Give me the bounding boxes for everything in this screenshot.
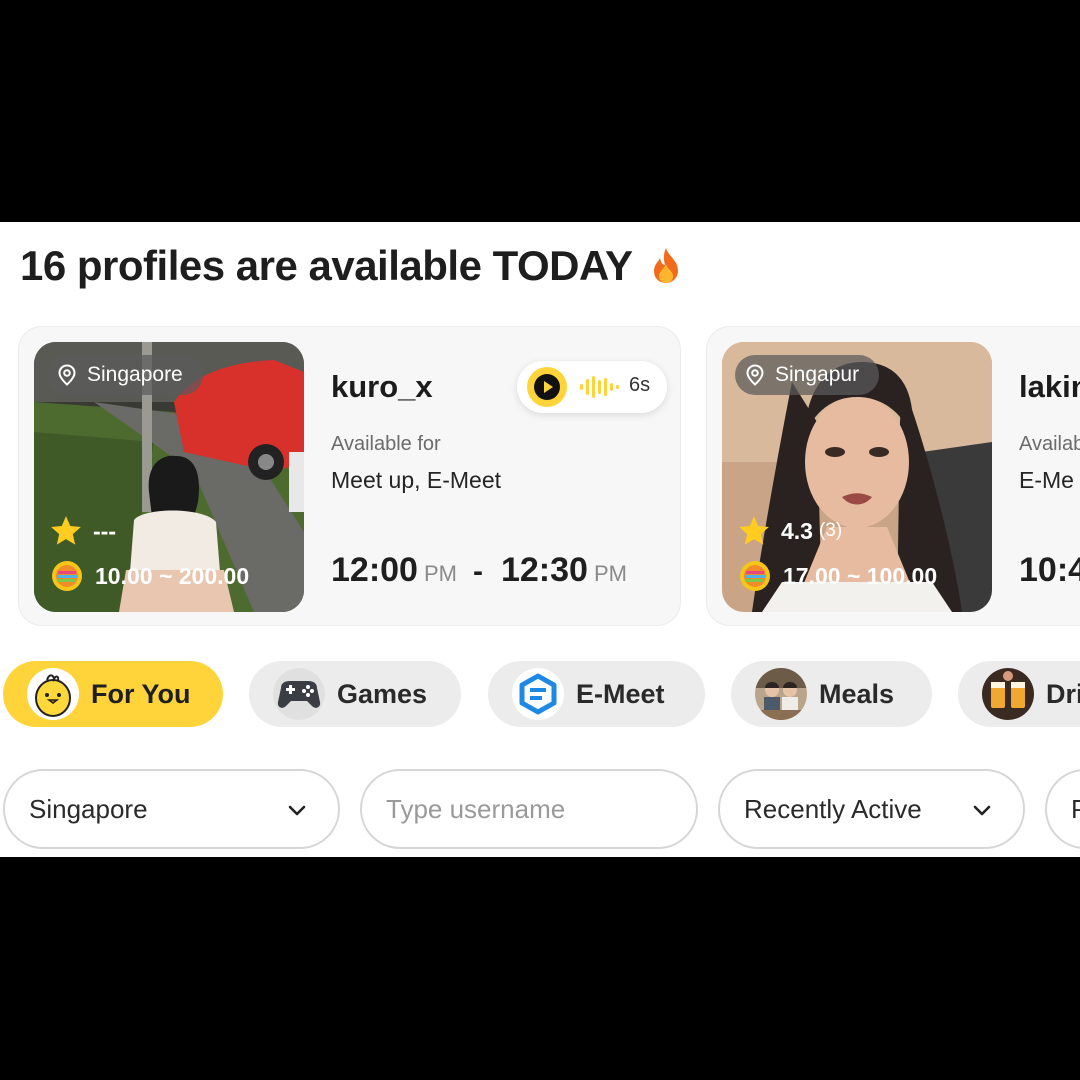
play-button[interactable] xyxy=(527,367,567,407)
rating-count: (3) xyxy=(818,520,843,541)
available-label: Availab xyxy=(1019,433,1080,455)
category-bar: For You Games E-Meet Meals Dri xyxy=(0,661,1080,727)
category-e-meet[interactable]: E-Meet xyxy=(488,661,705,727)
available-value: E-Me xyxy=(1019,467,1074,493)
star-icon xyxy=(51,516,81,545)
meals-icon xyxy=(755,668,807,720)
location-chip: Singapore xyxy=(47,355,203,395)
category-games[interactable]: Games xyxy=(249,661,461,727)
start-time: 12:00 xyxy=(331,551,418,589)
location-dropdown[interactable]: Singapore xyxy=(3,769,340,849)
time-separator: - xyxy=(472,555,483,588)
profile-name[interactable]: lakin xyxy=(1019,369,1080,405)
waveform-icon xyxy=(580,376,619,398)
coin-icon xyxy=(52,561,82,591)
sort-dropdown[interactable]: Recently Active xyxy=(718,769,1025,849)
available-label: Available for xyxy=(331,433,441,455)
rating-value: --- xyxy=(93,517,116,544)
category-for-you[interactable]: For You xyxy=(3,661,223,727)
username-search-field[interactable] xyxy=(360,769,698,849)
location-text: Singapur xyxy=(775,363,860,386)
price-range: 17.00 ~ 100.00 xyxy=(739,559,937,593)
profile-card[interactable]: Singapore --- 10.00 ~ 200.00 kuro_x 6s A… xyxy=(18,326,681,626)
rating: --- xyxy=(49,514,122,548)
filter-bar: Singapore Recently Active P xyxy=(0,769,1080,849)
category-label: Dri xyxy=(1046,678,1080,709)
page-title: 16 profiles are available TODAY xyxy=(20,242,683,290)
time-range: 12:00 PM -12:30 PM xyxy=(331,551,627,590)
voice-duration: 6s xyxy=(629,374,651,396)
price-range: 10.00 ~ 200.00 xyxy=(51,559,249,593)
location-pin-icon xyxy=(58,364,76,386)
profile-photo[interactable]: Singapore --- 10.00 ~ 200.00 xyxy=(34,342,304,612)
category-label: Games xyxy=(337,678,428,709)
time-range: 10:4 xyxy=(1019,551,1080,590)
price-text: 17.00 ~ 100.00 xyxy=(783,562,938,589)
profile-card[interactable]: Singapur 4.3 (3) 17.00 ~ 100.00 lakin Av… xyxy=(706,326,1080,626)
voice-intro-player[interactable]: 6s xyxy=(517,361,667,413)
username-input[interactable] xyxy=(386,771,686,847)
start-time: 10:4 xyxy=(1019,551,1080,589)
fire-icon xyxy=(653,248,678,283)
main-panel: 16 profiles are available TODAY Singapor… xyxy=(0,222,1080,857)
price-text: 10.00 ~ 200.00 xyxy=(95,562,250,589)
profile-photo[interactable]: Singapur 4.3 (3) 17.00 ~ 100.00 xyxy=(722,342,992,612)
chevron-down-icon xyxy=(288,805,306,816)
location-chip: Singapur xyxy=(735,355,880,395)
headline-text: 16 profiles are available TODAY xyxy=(20,242,632,289)
location-dropdown-value: Singapore xyxy=(29,794,148,824)
extra-filter-value: P xyxy=(1071,794,1080,824)
category-label: Meals xyxy=(819,678,895,709)
category-label: E-Meet xyxy=(576,678,665,709)
extra-filter[interactable]: P xyxy=(1045,769,1080,849)
category-meals[interactable]: Meals xyxy=(731,661,932,727)
play-icon xyxy=(534,374,560,400)
start-ampm: PM xyxy=(423,561,457,586)
rating: 4.3 (3) xyxy=(737,514,842,548)
chick-icon xyxy=(27,668,79,720)
sort-dropdown-value: Recently Active xyxy=(744,794,922,824)
star-icon xyxy=(739,516,769,545)
location-text: Singapore xyxy=(87,363,183,386)
end-ampm: PM xyxy=(593,561,627,586)
end-time: 12:30 xyxy=(500,551,588,589)
profile-name[interactable]: kuro_x xyxy=(331,369,433,405)
category-drinks[interactable]: Dri xyxy=(958,661,1080,727)
category-label: For You xyxy=(91,678,191,709)
coin-icon xyxy=(740,561,770,591)
gamepad-icon xyxy=(273,668,325,720)
available-value: Meet up, E-Meet xyxy=(331,467,502,493)
location-pin-icon xyxy=(746,364,764,386)
chevron-down-icon xyxy=(973,805,991,816)
drinks-icon xyxy=(982,668,1034,720)
rating-value: 4.3 xyxy=(781,517,813,544)
e-meet-icon xyxy=(512,668,564,720)
